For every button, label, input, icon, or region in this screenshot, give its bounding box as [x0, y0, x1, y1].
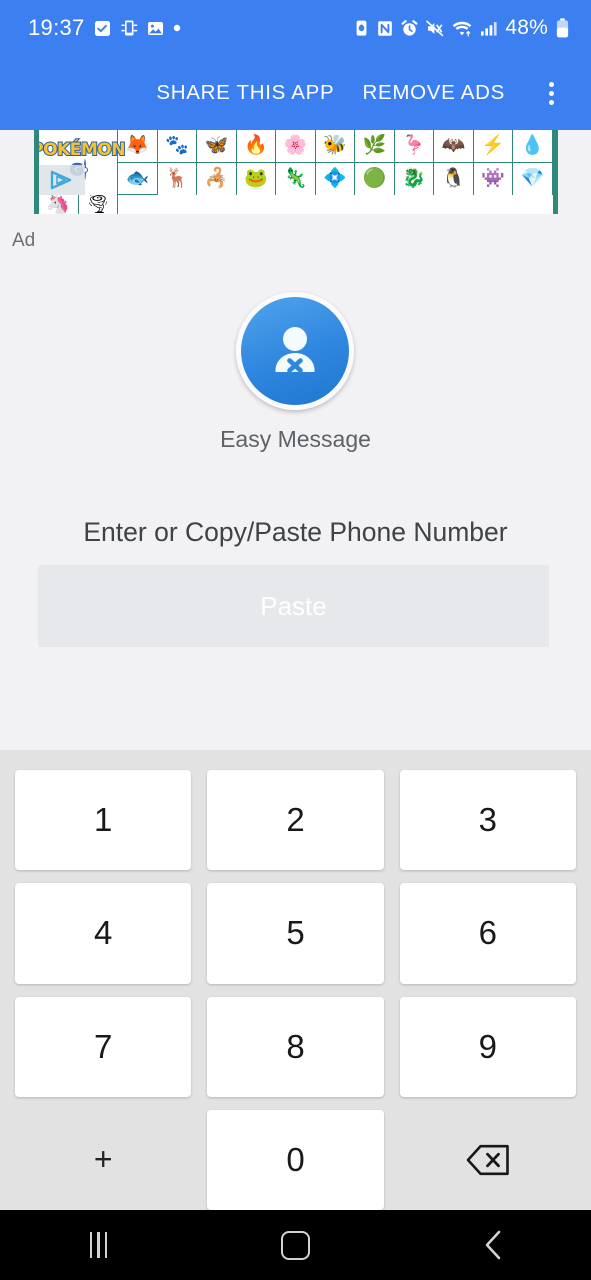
ad-sprite: 🦄 — [39, 195, 79, 214]
battery-percent-label: 48% — [505, 16, 548, 39]
person-with-x-icon — [236, 292, 355, 410]
phone-link-icon — [120, 19, 138, 37]
ad-sprite: 🟢 — [355, 162, 395, 195]
alarm-icon — [401, 19, 418, 37]
ad-sprite: 🐝 — [315, 130, 356, 163]
key-backspace[interactable] — [400, 1110, 576, 1210]
ad-label: Ad — [12, 230, 36, 251]
numeric-keypad: 1 2 3 4 5 6 7 8 9 + 0 — [0, 750, 591, 1210]
ad-banner[interactable]: POKÉMON G 🦊 🐾 🦋 🔥 🌸 🐝 🌿 🦩 — [34, 130, 558, 214]
key-3[interactable]: 3 — [399, 770, 576, 871]
signal-bars-icon — [480, 20, 497, 37]
back-chevron-icon[interactable] — [438, 1210, 548, 1280]
app-toolbar: SHARE THIS APP REMOVE ADS — [0, 56, 591, 130]
key-8[interactable]: 8 — [207, 996, 384, 1097]
ad-sprite: 💎 — [513, 162, 553, 195]
recents-icon[interactable] — [44, 1210, 154, 1280]
ad-sprite: 🦩 — [394, 130, 435, 163]
ad-sprite: 🐧 — [434, 162, 474, 195]
ad-sprite: 🦂 — [197, 162, 237, 195]
status-bar: 19:37 48% — [0, 0, 591, 56]
key-1[interactable]: 1 — [15, 770, 192, 871]
tasks-checkbox-icon — [94, 20, 111, 37]
app-name-label: Easy Message — [220, 426, 371, 452]
app-branding: Easy Message — [220, 292, 371, 453]
key-2[interactable]: 2 — [207, 770, 384, 871]
more-vertical-icon[interactable] — [529, 71, 573, 115]
adchoices-triangle-icon[interactable] — [39, 165, 85, 195]
ad-sprite: 🌸 — [276, 130, 316, 163]
gallery-image-icon — [147, 20, 164, 37]
dot-indicator-icon — [173, 24, 181, 32]
main-content: Easy Message Enter or Copy/Paste Phone N… — [0, 252, 591, 750]
home-icon[interactable] — [241, 1210, 351, 1280]
ad-sprite: 👾 — [474, 162, 514, 195]
battery-icon — [556, 18, 569, 38]
phone-screen: 19:37 48% SHARE THIS APP REMOVE ADS POKÉ… — [0, 0, 591, 1280]
ad-sprite: 🦋 — [197, 130, 237, 163]
key-7[interactable]: 7 — [15, 996, 192, 1097]
ad-sprite: 🌪 — [79, 195, 119, 214]
status-time: 19:37 — [28, 15, 85, 40]
nfc-icon — [377, 20, 393, 37]
ad-container: POKÉMON G 🦊 🐾 🦋 🔥 🌸 🐝 🌿 🦩 — [0, 130, 591, 252]
ad-sprite-grid: POKÉMON G 🦊 🐾 🦋 🔥 🌸 🐝 🌿 🦩 — [39, 130, 553, 214]
key-6[interactable]: 6 — [399, 883, 576, 984]
status-bar-left: 19:37 — [28, 15, 181, 41]
paste-button[interactable]: Paste — [38, 565, 549, 647]
ad-sprite: 🦎 — [276, 162, 316, 195]
power-saving-icon — [354, 19, 369, 37]
key-5[interactable]: 5 — [207, 883, 384, 984]
key-4[interactable]: 4 — [15, 883, 192, 984]
ad-sprite: 🐉 — [395, 162, 435, 195]
remove-ads-button[interactable]: REMOVE ADS — [348, 71, 519, 115]
backspace-icon — [465, 1143, 511, 1177]
wifi-icon — [452, 20, 472, 37]
ad-sprite: 💧 — [513, 130, 553, 163]
ad-sprite: ⚡ — [473, 130, 514, 163]
ad-sprite: 🦇 — [434, 130, 474, 163]
ad-sprite: 🐸 — [237, 162, 277, 195]
key-9[interactable]: 9 — [399, 996, 576, 1097]
system-navigation-bar — [0, 1210, 591, 1280]
pokemon-wordmark: POKÉMON — [34, 140, 126, 160]
ad-sprite: 🔥 — [236, 130, 277, 163]
ad-sprite: 🐾 — [157, 130, 198, 163]
ad-sprite: 🦌 — [158, 162, 198, 195]
mute-vibrate-icon — [426, 20, 444, 37]
key-0[interactable]: 0 — [207, 1109, 384, 1210]
pokemon-go-logo: POKÉMON G — [39, 130, 126, 195]
status-bar-right: 48% — [354, 16, 569, 40]
key-plus[interactable]: + — [15, 1110, 191, 1210]
share-this-app-button[interactable]: SHARE THIS APP — [142, 71, 348, 115]
ad-sprite: 💠 — [316, 162, 356, 195]
ad-sprite: 🌿 — [355, 130, 395, 163]
page-title: Enter or Copy/Paste Phone Number — [83, 517, 508, 547]
